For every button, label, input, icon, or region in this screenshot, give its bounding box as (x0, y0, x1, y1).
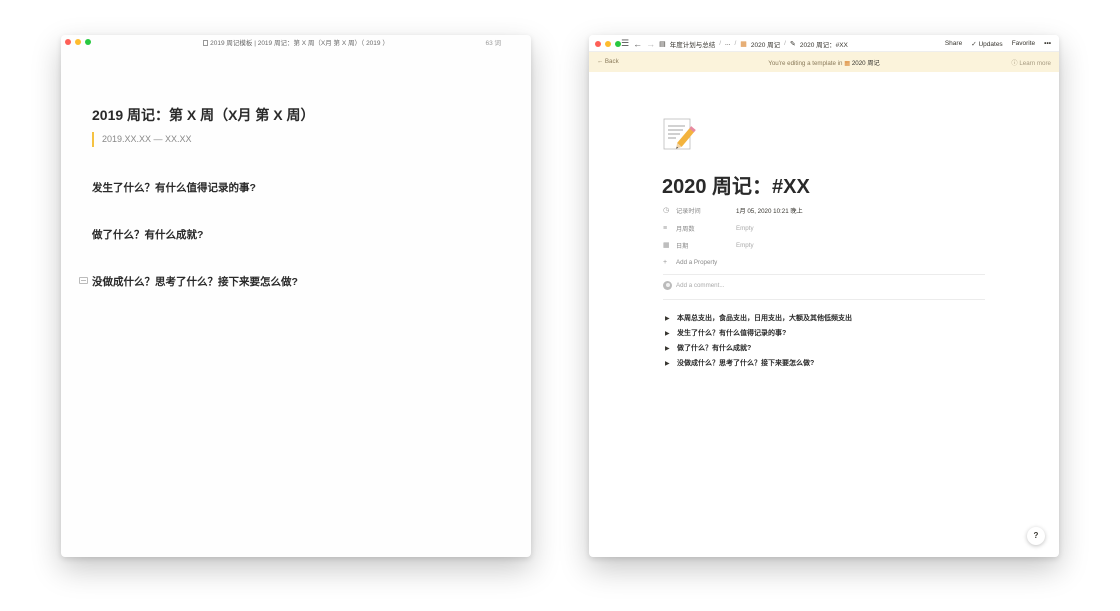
add-comment-input[interactable]: Add a comment... (663, 281, 725, 290)
updates-button[interactable]: ✓ Updates (971, 40, 1002, 48)
add-comment-placeholder: Add a comment... (676, 282, 725, 289)
memo-icon: ✎ (789, 40, 796, 48)
breadcrumb-ellipsis[interactable]: ... (725, 40, 730, 47)
toggle-block[interactable]: ▶ 做了什么？有什么成就? (665, 343, 751, 353)
property-value[interactable]: Empty (736, 242, 754, 249)
toggle-arrow-icon[interactable]: ▶ (665, 315, 671, 322)
toggle-text[interactable]: 发生了什么？有什么值得记录的事? (677, 328, 786, 338)
property-name: 记录时间 (676, 207, 701, 215)
clock-icon: ◷ (663, 207, 670, 214)
learn-more-link[interactable]: ⓘ Learn more (1011, 58, 1051, 67)
toggle-text[interactable]: 做了什么？有什么成就? (677, 343, 751, 353)
property-value[interactable]: 1月 05, 2020 10:21 晚上 (736, 206, 803, 215)
breadcrumb-separator: / (784, 40, 786, 47)
page-title[interactable]: 2020 周记：#XX (662, 170, 810, 199)
title-bar: ☰ ← → ▤ 年度计划与总结 / ... / ▦ 2020 周记 / ✎ 20… (589, 35, 1059, 52)
plus-icon: + (663, 258, 668, 266)
toggle-arrow-icon[interactable]: ▶ (665, 330, 671, 337)
divider (663, 299, 985, 300)
sidebar-toggle-icon[interactable]: ☰ (621, 38, 629, 49)
note-heading[interactable]: 2019 周记：第 X 周（X月 第 X 周） (92, 105, 315, 125)
calendar-icon: ▦ (663, 242, 670, 249)
date-range-quote[interactable]: 2019.XX.XX — XX.XX (92, 132, 192, 147)
more-options-button[interactable]: ••• (1044, 40, 1051, 47)
toggle-block[interactable]: ▶ 发生了什么？有什么值得记录的事? (665, 328, 786, 338)
property-row[interactable]: ◷ 记录时间 1月 05, 2020 10:21 晚上 (663, 205, 803, 215)
add-property-button[interactable]: + Add a Property (663, 257, 717, 267)
divider (663, 274, 985, 275)
favorite-button[interactable]: Favorite (1012, 40, 1035, 47)
minimize-window-button[interactable] (605, 41, 611, 47)
traffic-lights (595, 41, 621, 47)
property-name: 日期 (676, 242, 689, 250)
help-button[interactable]: ? (1027, 527, 1045, 545)
section-heading[interactable]: 发生了什么？有什么值得记录的事? (92, 180, 256, 195)
add-property-label: Add a Property (676, 258, 718, 266)
breadcrumb: ☰ ← → ▤ 年度计划与总结 / ... / ▦ 2020 周记 / ✎ 20… (621, 35, 848, 52)
info-icon: ⓘ (1011, 60, 1018, 67)
calendar-icon: ▦ (844, 60, 851, 67)
toggle-arrow-icon[interactable]: ▶ (665, 345, 671, 352)
back-arrow-icon[interactable]: ← (633, 39, 642, 49)
document-icon (203, 40, 209, 46)
property-row[interactable]: ▦ 日期 Empty (663, 240, 754, 250)
property-name: 月周数 (676, 225, 695, 233)
toggle-block[interactable]: ▶ 本周总支出，食品支出，日用支出，大额及其他低频支出 (665, 313, 852, 323)
banner-message: You're editing a template in ▦ 2020 周记 (589, 58, 1059, 67)
section-heading[interactable]: 做了什么？有什么成就? (92, 227, 203, 242)
memo-icon[interactable] (662, 117, 698, 153)
avatar (663, 281, 672, 290)
learn-more-label: Learn more (1019, 60, 1051, 67)
breadcrumb-separator: / (734, 40, 737, 47)
updates-label: Updates (978, 40, 1003, 48)
toggle-text[interactable]: 本周总支出，食品支出，日用支出，大额及其他低频支出 (677, 313, 852, 323)
check-icon: ✓ (971, 40, 977, 48)
breadcrumb-parent[interactable]: 2020 周记 (751, 39, 780, 49)
calendar-icon: ▦ (740, 40, 747, 48)
banner-text: You're editing a template in (768, 60, 843, 67)
heading-marker-icon[interactable] (79, 277, 88, 284)
text-icon: ≡ (663, 224, 668, 232)
share-button[interactable]: Share (945, 40, 962, 47)
property-row[interactable]: ≡ 月周数 Empty (663, 223, 754, 233)
toggle-arrow-icon[interactable]: ▶ (665, 360, 671, 367)
toggle-block[interactable]: ▶ 没做成什么？思考了什么？接下来要怎么做? (665, 358, 814, 368)
breadcrumb-page[interactable]: 2020 周记：#XX (800, 39, 848, 49)
window-title-text: 2019 周记模板 | 2019 周记：第 X 周（X月 第 X 周）（ 201… (210, 40, 389, 47)
toggle-text[interactable]: 没做成什么？思考了什么？接下来要怎么做? (677, 358, 814, 368)
notion-window: ☰ ← → ▤ 年度计划与总结 / ... / ▦ 2020 周记 / ✎ 20… (589, 35, 1059, 557)
breadcrumb-workspace[interactable]: 年度计划与总结 (670, 39, 716, 49)
window-title: 2019 周记模板 | 2019 周记：第 X 周（X月 第 X 周）（ 201… (61, 37, 531, 47)
bear-editor-window: 2019 周记模板 | 2019 周记：第 X 周（X月 第 X 周）（ 201… (61, 35, 531, 557)
section-heading[interactable]: 没做成什么？思考了什么？接下来要怎么做? (92, 274, 298, 289)
page-icon: ▤ (659, 40, 666, 48)
template-db-link[interactable]: 2020 周记 (852, 60, 880, 67)
property-value[interactable]: Empty (736, 225, 754, 232)
close-window-button[interactable] (595, 41, 601, 47)
template-banner: ← Back You're editing a template in ▦ 20… (589, 52, 1059, 72)
word-count[interactable]: 63 词 (485, 37, 501, 47)
forward-arrow-icon[interactable]: → (646, 39, 655, 49)
topbar-actions: Share ✓ Updates Favorite ••• (945, 35, 1051, 52)
breadcrumb-separator: / (719, 40, 722, 47)
title-bar: 2019 周记模板 | 2019 周记：第 X 周（X月 第 X 周）（ 201… (61, 35, 531, 47)
